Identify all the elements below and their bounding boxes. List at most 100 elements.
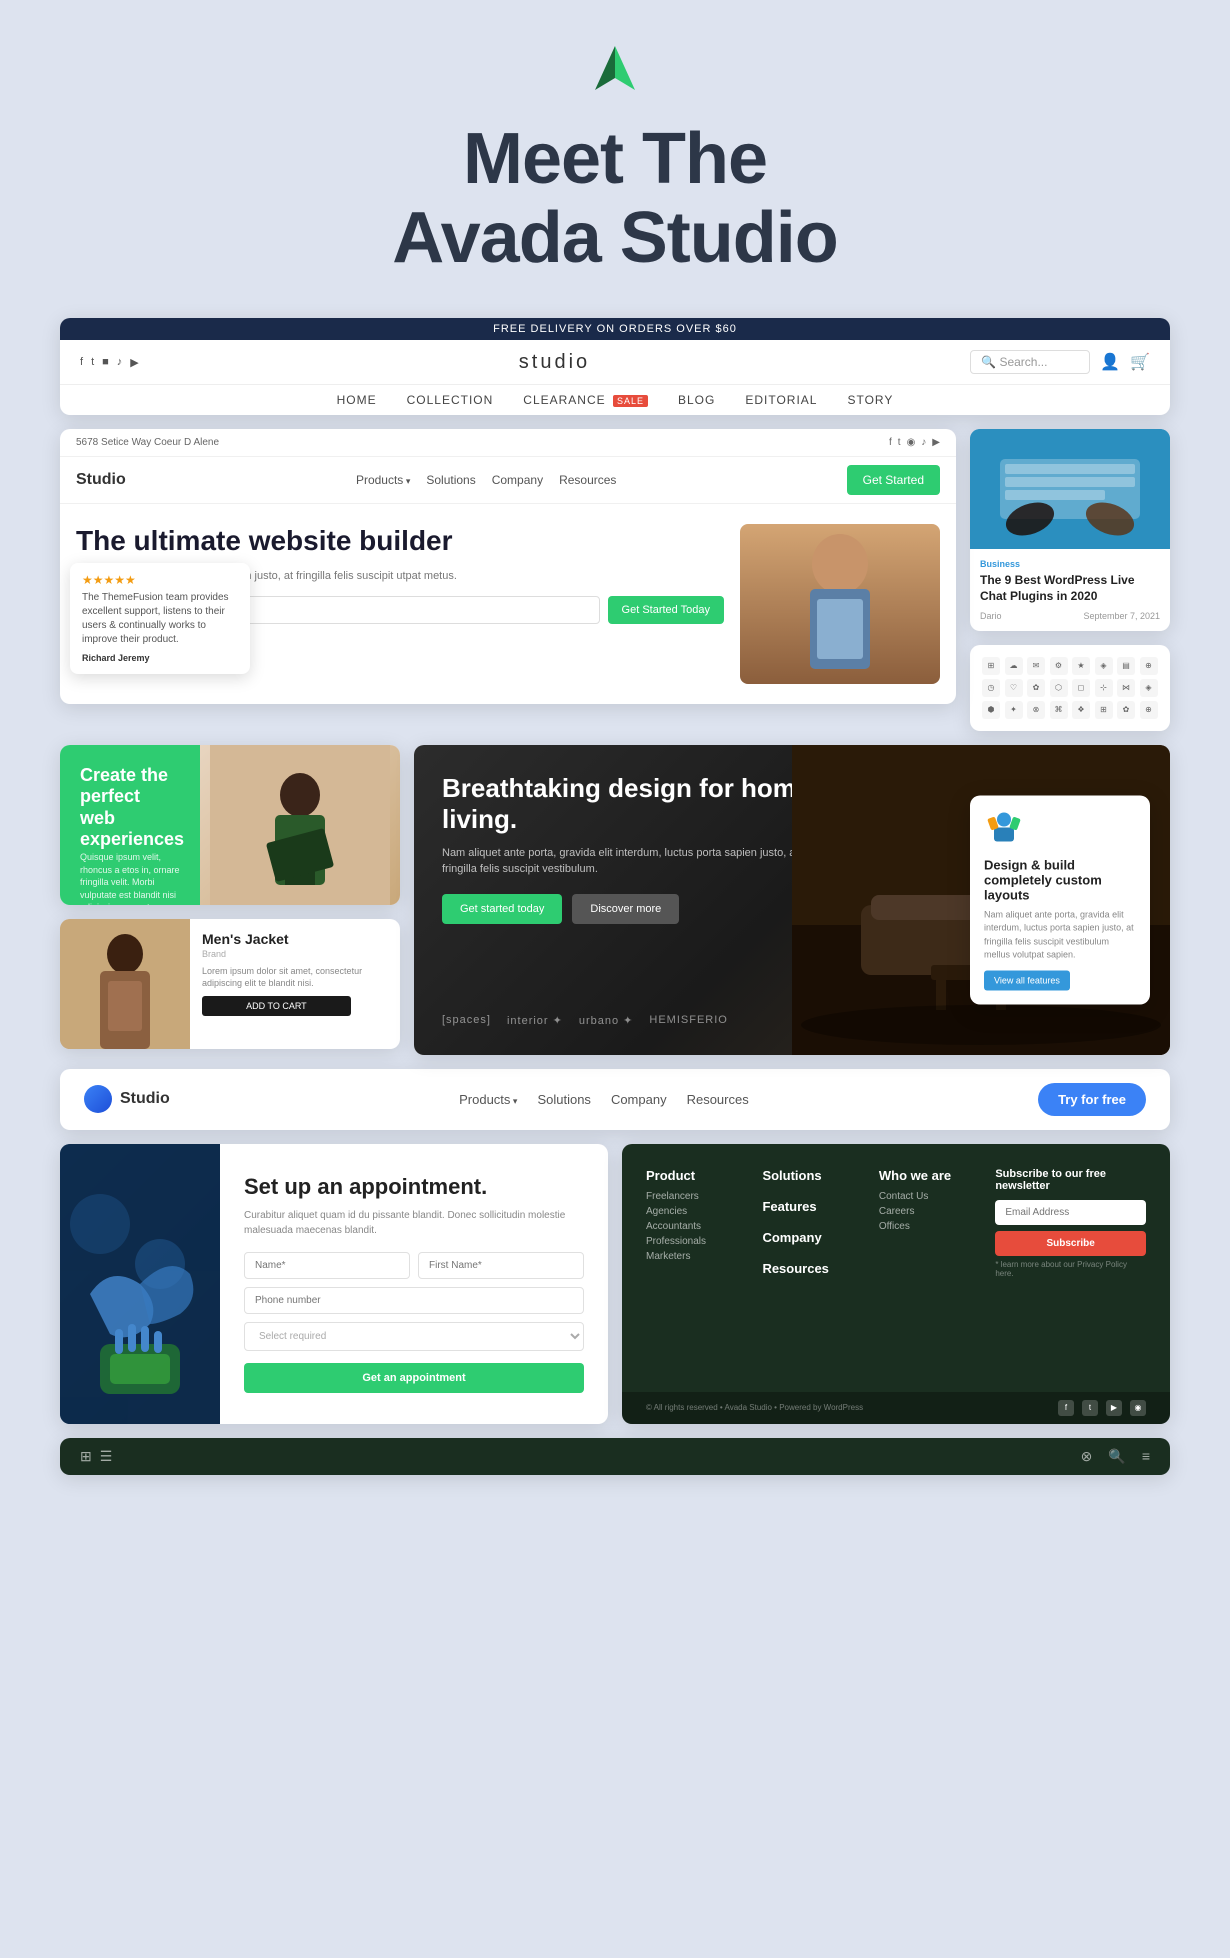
nav-blog[interactable]: BLOG xyxy=(678,393,715,407)
testimonial-card: ★★★★★ The ThemeFusion team provides exce… xyxy=(70,563,250,674)
custom-layout-desc: Nam aliquet ante porta, gravida elit int… xyxy=(984,908,1136,962)
icon-14: ⊹ xyxy=(1095,679,1113,697)
appt-desc: Curabitur aliquet quam id du pissante bl… xyxy=(244,1208,584,1238)
mockup-collage: FREE DELIVERY ON ORDERS OVER $60 f t ■ ♪… xyxy=(60,318,1170,1474)
phone-input[interactable] xyxy=(244,1287,584,1314)
subscribe-button[interactable]: Subscribe xyxy=(995,1231,1146,1256)
bottom-user-icon[interactable]: ≡ xyxy=(1142,1448,1150,1465)
footer-product-heading: Product xyxy=(646,1168,746,1183)
dark-content: Breathtaking design for home living. Nam… xyxy=(442,773,827,924)
view-features-button[interactable]: View all features xyxy=(984,970,1070,990)
nav-bar-logo: Studio xyxy=(84,1085,170,1113)
product-desc: Lorem ipsum dolor sit amet, consectetur … xyxy=(202,965,388,990)
row-three: Create the perfect web experiences Quisq… xyxy=(60,745,1170,1055)
mockup-nav-links: Products Solutions Company Resources xyxy=(356,473,616,487)
footer-youtube-icon[interactable]: ▶ xyxy=(1106,1400,1122,1416)
appt-fields: Select required Get an appointment xyxy=(244,1252,584,1393)
search-icon: 🔍 xyxy=(981,355,996,369)
facebook-icon: f xyxy=(80,356,83,369)
icon-8: ⊕ xyxy=(1140,657,1158,675)
bottom-menu-icon[interactable]: ☰ xyxy=(100,1448,113,1465)
privacy-text: * learn more about our Privacy Policy he… xyxy=(995,1260,1146,1278)
bottom-bar-mockup: ⊞ ☰ ⊗ 🔍 ≡ xyxy=(60,1438,1170,1475)
newsletter-label: Subscribe to our free newsletter xyxy=(995,1168,1146,1192)
icon-13: ◻ xyxy=(1072,679,1090,697)
dark-panel-mockup: Breathtaking design for home living. Nam… xyxy=(414,745,1170,1055)
hero-cta-button[interactable]: Get Started Today xyxy=(608,596,724,624)
appointment-mockup: Set up an appointment. Curabitur aliquet… xyxy=(60,1144,608,1424)
store-search-box[interactable]: 🔍 Search... xyxy=(970,350,1090,374)
get-started-button[interactable]: Get Started xyxy=(847,465,940,495)
name-input[interactable] xyxy=(244,1252,410,1279)
add-to-cart-button[interactable]: ADD TO CART xyxy=(202,996,351,1016)
person-photo xyxy=(740,524,940,684)
firstname-input[interactable] xyxy=(418,1252,584,1279)
bottom-search-icon[interactable]: 🔍 xyxy=(1108,1448,1125,1465)
avada-logo-icon xyxy=(585,40,645,100)
blog-card-body: Business The 9 Best WordPress Live Chat … xyxy=(970,549,1170,630)
nav-resources-link[interactable]: Resources xyxy=(687,1092,749,1107)
footer-link-professionals[interactable]: Professionals xyxy=(646,1236,746,1247)
main-hero-mockup: 5678 Setice Way Coeur D Alene f t ◉ ♪ ▶ … xyxy=(60,429,956,704)
service-select[interactable]: Select required xyxy=(244,1322,584,1351)
blog-title: The 9 Best WordPress Live Chat Plugins i… xyxy=(980,573,1160,604)
footer-instagram-icon[interactable]: ◉ xyxy=(1130,1400,1146,1416)
custom-layout-title: Design & build completely custom layouts xyxy=(984,857,1136,902)
nav-clearance[interactable]: CLEARANCE SALE xyxy=(523,393,648,407)
nav-products-link[interactable]: Products xyxy=(459,1092,517,1107)
footer-dark-body: Product Freelancers Agencies Accountants… xyxy=(622,1144,1170,1392)
footer-careers[interactable]: Careers xyxy=(879,1206,979,1217)
nav-logo-text: Studio xyxy=(120,1090,170,1108)
brand-spaces: [spaces] xyxy=(442,1014,491,1026)
icon-7: ▤ xyxy=(1117,657,1135,675)
icon-18: ✦ xyxy=(1005,701,1023,719)
footer-twitter-icon[interactable]: t xyxy=(1082,1400,1098,1416)
try-for-free-button[interactable]: Try for free xyxy=(1038,1083,1146,1116)
mockup-nav: Studio Products Solutions Company Resour… xyxy=(60,457,956,504)
footer-link-marketers[interactable]: Marketers xyxy=(646,1251,746,1262)
footer-link-accountants[interactable]: Accountants xyxy=(646,1221,746,1232)
icon-12: ⬡ xyxy=(1050,679,1068,697)
nav-solutions[interactable]: Solutions xyxy=(426,473,475,487)
yt-icon: ▶ xyxy=(932,437,940,448)
left-panels: Create the perfect web experiences Quisq… xyxy=(60,745,400,1055)
icon-1: ⊞ xyxy=(982,657,1000,675)
footer-social-icons: f t ▶ ◉ xyxy=(1058,1400,1146,1416)
newsletter-email-input[interactable] xyxy=(995,1200,1146,1225)
stars: ★★★★★ xyxy=(82,573,238,587)
footer-link-freelancers[interactable]: Freelancers xyxy=(646,1191,746,1202)
nav-company-link[interactable]: Company xyxy=(611,1092,667,1107)
product-details: Men's Jacket Brand Lorem ipsum dolor sit… xyxy=(190,919,400,1049)
footer-link-agencies[interactable]: Agencies xyxy=(646,1206,746,1217)
cart-icon: 🛒 xyxy=(1130,352,1150,372)
nav-collection[interactable]: COLLECTION xyxy=(407,393,494,407)
hero-title: Meet The Avada Studio xyxy=(392,120,837,278)
nav-resources[interactable]: Resources xyxy=(559,473,616,487)
bottom-circle-icon[interactable]: ⊗ xyxy=(1081,1448,1093,1465)
appointment-button[interactable]: Get an appointment xyxy=(244,1363,584,1393)
icon-17: ⬢ xyxy=(982,701,1000,719)
footer-contact[interactable]: Contact Us xyxy=(879,1191,979,1202)
icon-5: ★ xyxy=(1072,657,1090,675)
footer-col-1: Product Freelancers Agencies Accountants… xyxy=(646,1168,746,1368)
icon-23: ✿ xyxy=(1117,701,1135,719)
nav-story[interactable]: STORY xyxy=(847,393,893,407)
nav-company[interactable]: Company xyxy=(492,473,543,487)
icon-6: ◈ xyxy=(1095,657,1113,675)
tt-icon: ♪ xyxy=(921,437,926,448)
dark-cta-button[interactable]: Get started today xyxy=(442,894,562,924)
store-nav-main: f t ■ ♪ ▶ studio 🔍 Search... 👤 🛒 xyxy=(60,340,1170,385)
testimonial-author: Richard Jeremy xyxy=(82,653,150,663)
nav-home[interactable]: HOME xyxy=(337,393,377,407)
icon-24: ⊕ xyxy=(1140,701,1158,719)
nav-solutions-link[interactable]: Solutions xyxy=(537,1092,590,1107)
footer-solutions-heading: Solutions xyxy=(762,1168,862,1183)
bottom-grid-icon[interactable]: ⊞ xyxy=(80,1448,92,1465)
footer-facebook-icon[interactable]: f xyxy=(1058,1400,1074,1416)
dark-discover-button[interactable]: Discover more xyxy=(572,894,679,924)
dark-buttons: Get started today Discover more xyxy=(442,894,827,924)
footer-offices[interactable]: Offices xyxy=(879,1221,979,1232)
nav-editorial[interactable]: EDITORIAL xyxy=(745,393,817,407)
name-row xyxy=(244,1252,584,1279)
nav-products[interactable]: Products xyxy=(356,473,410,487)
